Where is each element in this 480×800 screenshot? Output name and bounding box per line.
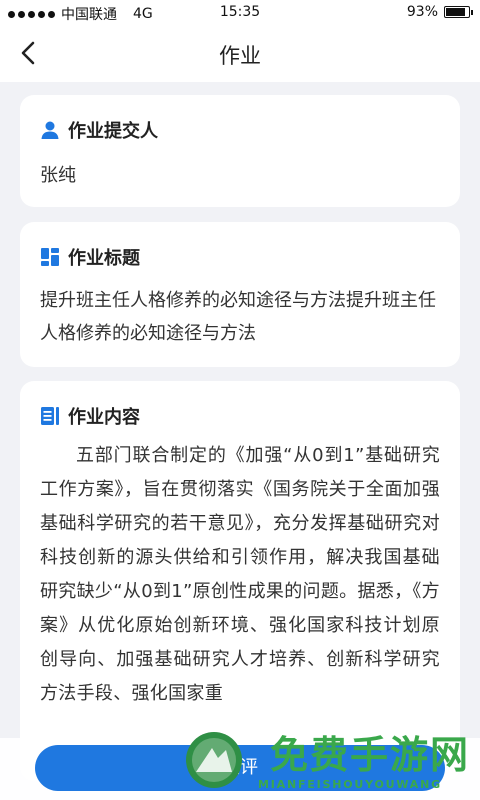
homework-title-header: 作业标题 <box>40 244 440 270</box>
person-icon <box>41 121 59 139</box>
grid-icon <box>41 248 59 266</box>
submitter-card: 作业提交人 张纯 <box>20 95 460 207</box>
submitter-heading: 作业提交人 <box>68 121 158 142</box>
page-title: 作业 <box>219 44 261 68</box>
homework-title-card: 作业标题 提升班主任人格修养的必知途径与方法提升班主任人格修养的必知途径与方法 <box>20 222 460 367</box>
submitter-name: 张纯 <box>40 165 76 186</box>
homework-content-heading: 作业内容 <box>68 407 140 428</box>
homework-content-header: 作业内容 <box>40 403 440 429</box>
watermark: 免费手游网 MIANFEISHOUYOUWANG <box>182 728 477 798</box>
homework-title-text: 提升班主任人格修养的必知途径与方法提升班主任人格修养的必知途径与方法 <box>40 290 436 344</box>
document-icon <box>41 407 59 425</box>
watermark-title: 免费手游网 <box>270 732 471 777</box>
homework-content-card: 作业内容 五部门联合制定的《加强“从0到1”基础研究工作方案》，旨在贯彻落实《国… <box>20 381 460 781</box>
watermark-logo-icon <box>186 732 242 788</box>
watermark-subtitle: MIANFEISHOUYOUWANG <box>258 778 442 791</box>
status-right: 93% <box>406 4 473 20</box>
battery-percent: 93% <box>406 4 438 20</box>
homework-content-text: 五部门联合制定的《加强“从0到1”基础研究工作方案》，旨在贯彻落实《国务院关于全… <box>40 445 440 704</box>
nav-bar: 作业 <box>0 26 480 82</box>
submitter-header: 作业提交人 <box>40 117 440 143</box>
status-bar: 中国联通 4G 15:35 93% <box>0 0 480 26</box>
battery-icon <box>444 6 473 18</box>
homework-title-heading: 作业标题 <box>68 248 140 269</box>
